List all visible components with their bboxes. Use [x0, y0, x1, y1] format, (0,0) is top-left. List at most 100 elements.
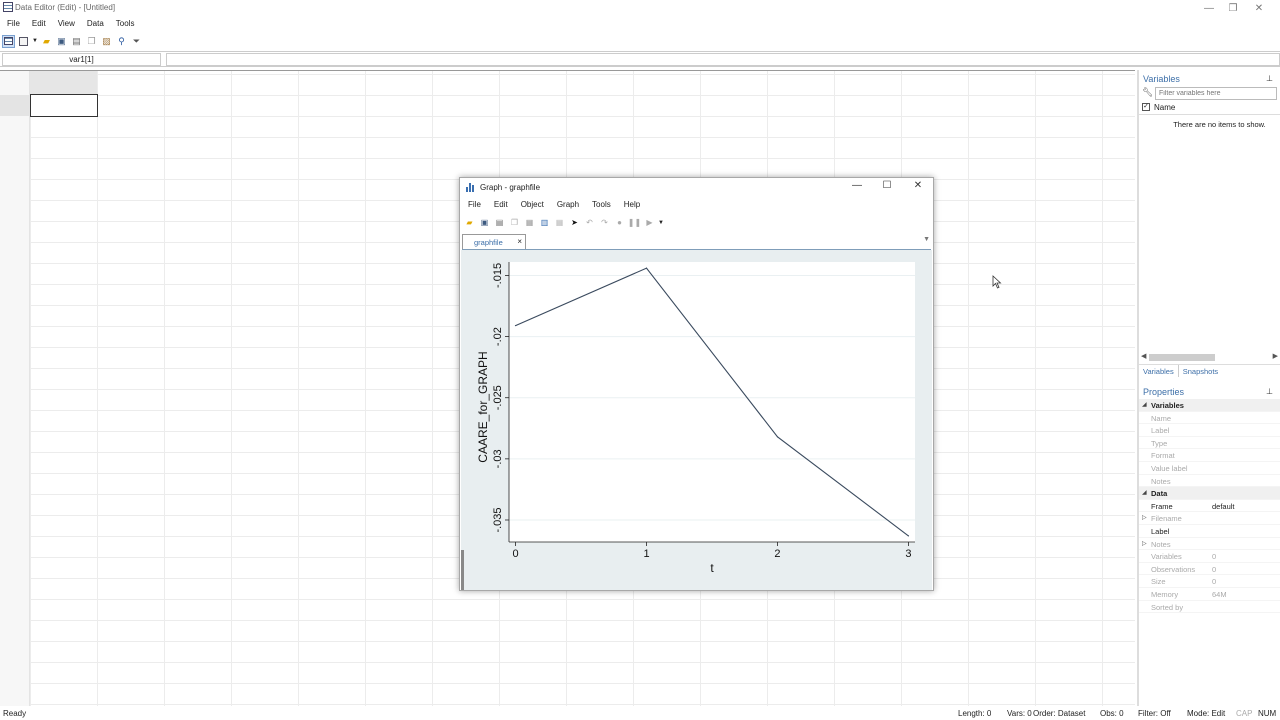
- pointer-icon[interactable]: ➤: [568, 217, 581, 230]
- graph-tab-label: graphfile: [474, 238, 503, 247]
- properties-row[interactable]: Variables 0: [1139, 550, 1280, 563]
- graph-menu-graph[interactable]: Graph: [549, 200, 584, 213]
- status-filter: Filter: Off: [1138, 709, 1171, 718]
- graph-close-button[interactable]: ✕: [905, 180, 931, 194]
- graph-menu-tools[interactable]: Tools: [584, 200, 616, 213]
- expand-icon[interactable]: ▷: [1142, 540, 1147, 547]
- variables-filter: 🔧︎: [1139, 86, 1280, 100]
- graph-tab[interactable]: graphfile ×: [462, 234, 526, 249]
- open-icon[interactable]: ▰: [463, 217, 476, 230]
- scroll-left-icon[interactable]: ◀: [1141, 352, 1146, 360]
- dropdown-arrow-icon[interactable]: ▼: [658, 217, 664, 230]
- properties-panel-title: Properties ⊥: [1139, 383, 1280, 399]
- paste-icon[interactable]: ▨: [100, 35, 113, 48]
- graph-window[interactable]: Graph - graphfile — ☐ ✕ File Edit Object…: [459, 177, 934, 591]
- selected-cell[interactable]: [30, 94, 98, 117]
- y-tick-label: -.02: [492, 327, 504, 346]
- cell-reference[interactable]: var1[1]: [2, 53, 161, 66]
- property-key: Memory: [1151, 589, 1179, 599]
- close-tab-icon[interactable]: ×: [517, 237, 522, 246]
- tab-variables[interactable]: Variables: [1139, 365, 1179, 377]
- collapse-icon[interactable]: ◢: [1142, 489, 1147, 496]
- scroll-right-icon[interactable]: ▶: [1273, 352, 1278, 360]
- pin-icon[interactable]: ⊥: [1266, 74, 1273, 83]
- property-value: default: [1212, 501, 1235, 511]
- graph-menu-object[interactable]: Object: [513, 200, 549, 213]
- y-tick-label: -.03: [492, 449, 504, 468]
- cell-value-input[interactable]: [166, 53, 1280, 66]
- checkbox-icon[interactable]: ✓: [1142, 103, 1150, 111]
- empty-message: There are no items to show.: [1173, 120, 1266, 129]
- status-vars: Vars: 0: [1007, 709, 1032, 718]
- properties-section[interactable]: ◢ Data: [1139, 487, 1280, 500]
- data-editor-icon[interactable]: [2, 34, 15, 48]
- name-column-header[interactable]: ✓ Name: [1139, 100, 1280, 115]
- copy-icon[interactable]: ❐: [85, 35, 98, 48]
- status-num: NUM: [1258, 709, 1277, 718]
- properties-row[interactable]: Frame default: [1139, 500, 1280, 513]
- variables-horizontal-scrollbar[interactable]: ◀ ▶: [1139, 352, 1280, 363]
- menu-bar: File Edit View Data Tools: [0, 16, 1280, 31]
- properties-row[interactable]: Observations 0: [1139, 563, 1280, 576]
- collapse-icon[interactable]: ◢: [1142, 401, 1147, 408]
- filter-icon[interactable]: ⏷: [130, 35, 143, 48]
- menu-tools[interactable]: Tools: [109, 19, 140, 28]
- properties-row[interactable]: Name: [1139, 412, 1280, 425]
- expand-icon[interactable]: ▷: [1142, 514, 1147, 521]
- properties-row[interactable]: ▷ Filename: [1139, 512, 1280, 525]
- column-header[interactable]: [30, 71, 97, 94]
- print-icon[interactable]: ▤: [493, 217, 506, 230]
- graph-menu-help[interactable]: Help: [616, 200, 645, 213]
- properties-row[interactable]: Sorted by: [1139, 601, 1280, 614]
- y-tick-label: -.035: [492, 507, 504, 532]
- dropdown-arrow-icon[interactable]: ▼: [32, 35, 38, 48]
- graph-canvas[interactable]: -.015 -.02 -.025 -.03 -.035 0 1 2 3 t CAARE_for_GR…: [461, 250, 932, 590]
- pin-icon[interactable]: ⊥: [1266, 387, 1273, 396]
- rename-icon[interactable]: ▦: [523, 217, 536, 230]
- redo-icon[interactable]: ↷: [598, 217, 611, 230]
- scrollbar-thumb[interactable]: [1149, 354, 1215, 361]
- menu-view[interactable]: View: [51, 19, 80, 28]
- properties-row[interactable]: Notes: [1139, 475, 1280, 488]
- menu-edit[interactable]: Edit: [25, 19, 51, 28]
- properties-row[interactable]: Value label: [1139, 462, 1280, 475]
- properties-row[interactable]: Label: [1139, 525, 1280, 538]
- wrench-icon[interactable]: 🔧︎: [1142, 87, 1153, 98]
- properties-row[interactable]: Label: [1139, 424, 1280, 437]
- properties-grid: ◢ Variables Name Label Type Format Value label…: [1139, 399, 1280, 614]
- find-icon[interactable]: ⚲: [115, 35, 128, 48]
- properties-row[interactable]: Size 0: [1139, 575, 1280, 588]
- play-icon[interactable]: ▶: [643, 217, 656, 230]
- graph-menu-edit[interactable]: Edit: [486, 200, 513, 213]
- tab-snapshots[interactable]: Snapshots: [1179, 365, 1222, 377]
- properties-row[interactable]: ▷ Notes: [1139, 538, 1280, 551]
- copy-icon[interactable]: ❐: [508, 217, 521, 230]
- print-icon[interactable]: ▤: [70, 35, 83, 48]
- menu-file[interactable]: File: [0, 19, 25, 28]
- properties-row[interactable]: Format: [1139, 449, 1280, 462]
- graph-minimize-button[interactable]: —: [844, 180, 870, 194]
- graph-menu-file[interactable]: File: [460, 200, 486, 213]
- graph-title-bar[interactable]: Graph - graphfile — ☐ ✕: [460, 178, 933, 197]
- undo-icon[interactable]: ↶: [583, 217, 596, 230]
- property-value: 64M: [1212, 589, 1227, 599]
- properties-row[interactable]: Type: [1139, 437, 1280, 450]
- status-length: Length: 0: [958, 709, 992, 718]
- grid-icon[interactable]: ▦: [553, 217, 566, 230]
- save-icon[interactable]: ▣: [478, 217, 491, 230]
- graph-editor-icon[interactable]: ▥: [538, 217, 551, 230]
- menu-data[interactable]: Data: [80, 19, 109, 28]
- properties-row[interactable]: Memory 64M: [1139, 588, 1280, 601]
- pause-icon[interactable]: ❚❚: [628, 217, 641, 230]
- close-button[interactable]: ✕: [1236, 0, 1280, 16]
- row-header-selected[interactable]: [0, 95, 30, 116]
- filter-variables-input[interactable]: [1155, 87, 1277, 100]
- variables-manager-icon[interactable]: [17, 35, 30, 48]
- tab-list-dropdown-icon[interactable]: ▼: [923, 236, 930, 243]
- record-icon[interactable]: ●: [613, 217, 626, 230]
- graph-maximize-button[interactable]: ☐: [874, 180, 900, 194]
- save-icon[interactable]: ▣: [55, 35, 68, 48]
- open-icon[interactable]: ▰: [40, 35, 53, 48]
- properties-section[interactable]: ◢ Variables: [1139, 399, 1280, 412]
- property-key: Type: [1151, 438, 1168, 448]
